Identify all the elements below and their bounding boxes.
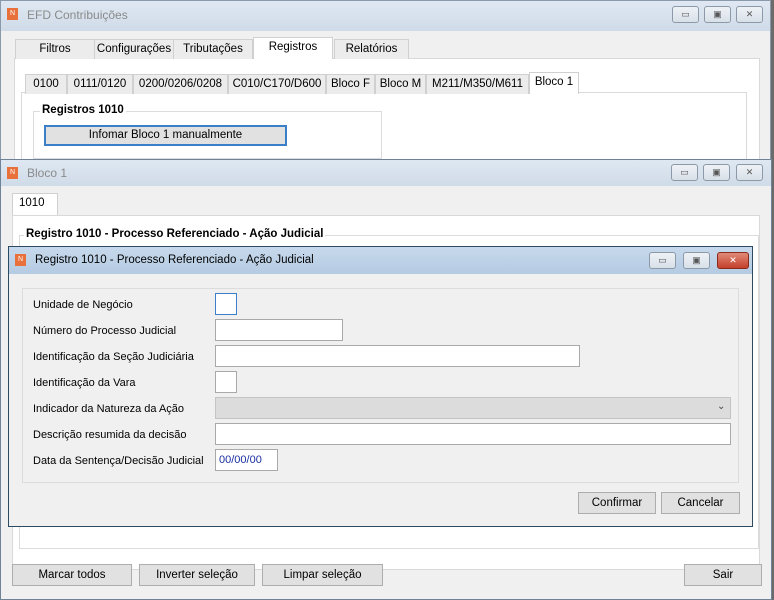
subtab-0200[interactable]: 0200/0206/0208 — [133, 74, 228, 94]
main-title: EFD Contribuições — [27, 8, 128, 22]
clear-selection-button[interactable]: Limpar seleção — [262, 564, 383, 586]
vara-input[interactable] — [215, 371, 237, 393]
app-icon: N — [15, 254, 26, 266]
tab-registros[interactable]: Registros — [253, 37, 333, 59]
chevron-down-icon[interactable]: ⌄ — [717, 401, 725, 412]
natureza-select[interactable] — [215, 397, 731, 419]
bloco1-title: Bloco 1 — [27, 166, 68, 180]
tab-filtros[interactable]: Filtros — [15, 39, 95, 59]
descricao-input[interactable] — [215, 423, 731, 445]
group-title: Registros 1010 — [40, 104, 126, 116]
maximize-icon[interactable]: ▣ — [683, 252, 710, 269]
main-title-bar: N EFD Contribuições ▭ ▣ ✕ — [1, 1, 770, 31]
group-title: Registro 1010 - Processo Referenciado - … — [24, 228, 326, 240]
informar-bloco1-button[interactable]: Infomar Bloco 1 manualmente — [44, 125, 287, 146]
natureza-label: Indicador da Natureza da Ação — [33, 403, 185, 415]
data-input[interactable]: 00/00/00 — [215, 449, 278, 471]
subtab-bloco-f[interactable]: Bloco F — [326, 74, 375, 94]
secao-label: Identificação da Seção Judiciária — [33, 351, 194, 363]
invert-selection-button[interactable]: Inverter seleção — [139, 564, 255, 586]
mark-all-button[interactable]: Marcar todos — [12, 564, 132, 586]
tab-configuracoes[interactable]: Configurações — [94, 39, 174, 59]
maximize-icon[interactable]: ▣ — [703, 164, 730, 181]
close-icon[interactable]: ✕ — [736, 164, 763, 181]
subtab-bloco-m[interactable]: Bloco M — [375, 74, 426, 94]
close-icon[interactable]: ✕ — [736, 6, 763, 23]
close-icon[interactable]: ✕ — [717, 252, 749, 269]
tab-relatorios[interactable]: Relatórios — [334, 39, 409, 59]
subtab-bloco-1[interactable]: Bloco 1 — [529, 72, 579, 94]
numero-input[interactable] — [215, 319, 343, 341]
tab-1010[interactable]: 1010 — [12, 193, 58, 215]
minimize-icon[interactable]: ▭ — [649, 252, 676, 269]
subtab-0111[interactable]: 0111/0120 — [67, 74, 133, 94]
descricao-label: Descrição resumida da decisão — [33, 429, 187, 441]
subtab-m211[interactable]: M211/M350/M611 — [426, 74, 529, 94]
minimize-icon[interactable]: ▭ — [672, 6, 699, 23]
confirm-button[interactable]: Confirmar — [578, 492, 656, 514]
app-icon: N — [7, 167, 18, 179]
minimize-icon[interactable]: ▭ — [671, 164, 698, 181]
dialog-title: Registro 1010 - Processo Referenciado - … — [35, 254, 314, 266]
unidade-input[interactable] — [215, 293, 237, 315]
bloco1-title-bar: N Bloco 1 ▭ ▣ ✕ — [1, 160, 771, 186]
unidade-label: Unidade de Negócio — [33, 299, 133, 311]
secao-input[interactable] — [215, 345, 580, 367]
tab-tributacoes[interactable]: Tributações — [173, 39, 253, 59]
dialog-title-bar: N Registro 1010 - Processo Referenciado … — [9, 247, 752, 274]
data-label: Data da Sentença/Decisão Judicial — [33, 455, 204, 467]
subtab-c010[interactable]: C010/C170/D600 — [228, 74, 326, 94]
numero-label: Número do Processo Judicial — [33, 325, 177, 337]
subtab-0100[interactable]: 0100 — [25, 74, 67, 94]
maximize-icon[interactable]: ▣ — [704, 6, 731, 23]
vara-label: Identificação da Vara — [33, 377, 136, 389]
cancel-button[interactable]: Cancelar — [661, 492, 740, 514]
app-icon: N — [7, 8, 18, 20]
exit-button[interactable]: Sair — [684, 564, 762, 586]
registro-dialog: N Registro 1010 - Processo Referenciado … — [8, 246, 753, 527]
